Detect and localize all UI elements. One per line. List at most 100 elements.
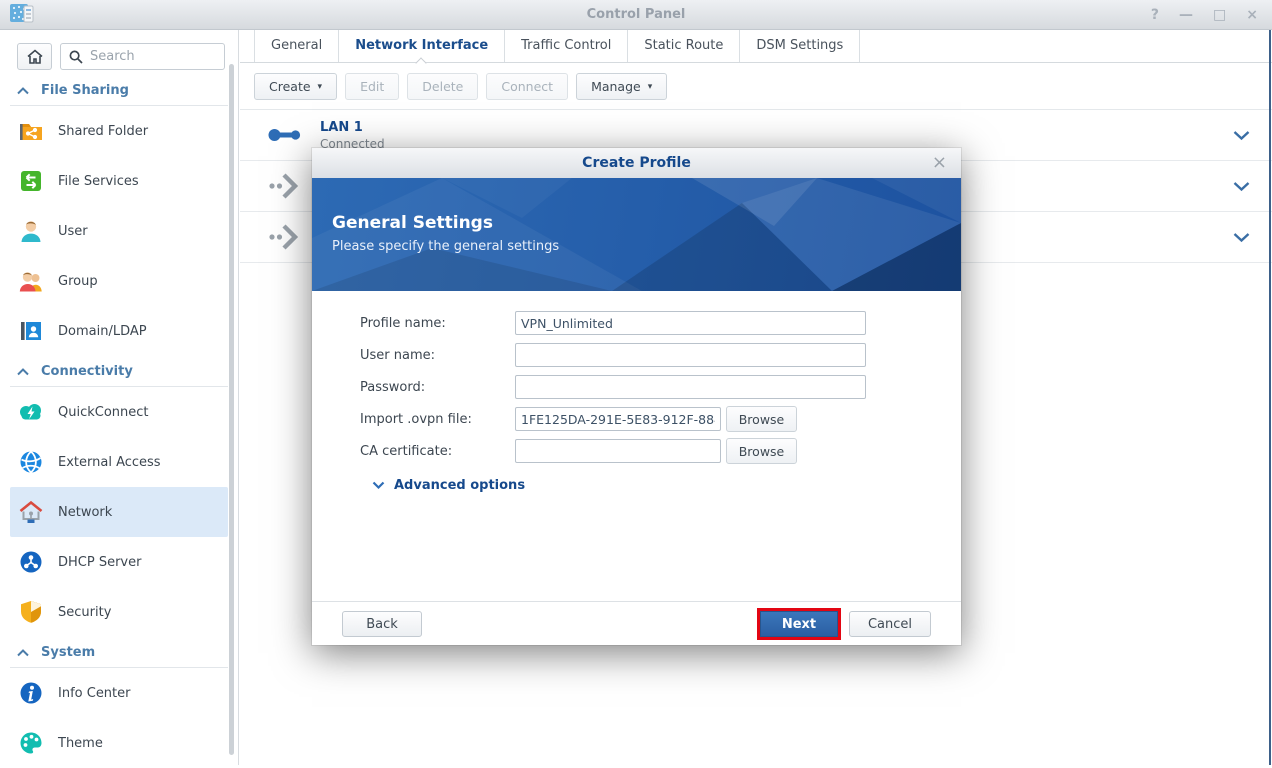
import-ovpn-field[interactable] [515,407,721,431]
expand-chevron-down-icon[interactable] [1233,228,1250,247]
sidebar-item-info-center[interactable]: Info Center [10,668,228,718]
dialog-title: Create Profile [312,148,961,178]
sidebar-item-domain-ldap[interactable]: Domain/LDAP [10,306,228,356]
section-label: System [41,645,95,660]
expand-chevron-down-icon[interactable] [1233,177,1250,196]
import-ovpn-label: Import .ovpn file: [360,412,515,427]
ca-certificate-field[interactable] [515,439,721,463]
sidebar: File Sharing Shared Folder [0,30,239,765]
toolbar: Create ▾ Edit Delete Connect Manage ▾ [240,63,1272,110]
sidebar-item-theme[interactable]: Theme [10,718,228,768]
password-label: Password: [360,380,515,395]
browse-ovpn-button[interactable]: Browse [726,406,797,432]
sidebar-item-external-access[interactable]: External Access [10,437,228,487]
dialog-step-heading: General Settings [332,213,493,233]
cancel-button[interactable]: Cancel [849,611,931,637]
sidebar-item-label: Info Center [58,686,131,701]
help-icon[interactable]: ? [1151,8,1159,22]
pppoe-icon [268,223,304,251]
sidebar-item-shared-folder[interactable]: Shared Folder [10,106,228,156]
info-center-icon [17,679,45,707]
sidebar-item-label: DHCP Server [58,555,141,570]
dialog-banner: General Settings Please specify the gene… [312,178,961,291]
user-name-field[interactable] [515,343,866,367]
search-box[interactable] [60,43,225,70]
create-button[interactable]: Create ▾ [254,73,337,100]
interface-name: LAN 1 [320,120,385,135]
user-name-label: User name: [360,348,515,363]
search-icon [69,50,83,64]
maximize-icon[interactable]: □ [1213,8,1226,22]
security-icon [17,598,45,626]
dialog-step-subheading: Please specify the general settings [332,239,559,254]
home-button[interactable] [17,43,52,70]
sidebar-item-quickconnect[interactable]: QuickConnect [10,387,228,437]
tab-traffic-control[interactable]: Traffic Control [505,30,628,62]
chevron-up-icon [17,368,29,376]
browse-ca-button[interactable]: Browse [726,438,797,464]
window-title: Control Panel [0,0,1272,30]
quickconnect-icon [17,398,45,426]
tab-dsm-settings[interactable]: DSM Settings [740,30,860,62]
sidebar-item-security[interactable]: Security [10,587,228,637]
sidebar-item-label: External Access [58,455,161,470]
next-button[interactable]: Next [760,611,838,637]
dhcp-server-icon [17,548,45,576]
edit-button[interactable]: Edit [345,73,399,100]
connect-button[interactable]: Connect [486,73,568,100]
sidebar-section-system[interactable]: System [10,637,228,668]
banner-facets-decoration [312,178,961,291]
external-access-icon [17,448,45,476]
sidebar-item-label: Domain/LDAP [58,324,147,339]
sidebar-item-file-services[interactable]: File Services [10,156,228,206]
theme-icon [17,729,45,757]
advanced-options-toggle[interactable]: Advanced options [372,478,961,493]
user-icon [17,217,45,245]
sidebar-item-label: Group [58,274,98,289]
section-label: File Sharing [41,83,129,98]
sidebar-item-network[interactable]: Network [10,487,228,537]
control-panel-window: Control Panel ? — □ × [0,0,1272,765]
sidebar-item-label: File Services [58,174,139,189]
create-profile-dialog: Create Profile × General Settings Please… [312,148,961,645]
sidebar-item-label: Security [58,605,111,620]
back-button[interactable]: Back [342,611,422,637]
network-icon [17,498,45,526]
section-label: Connectivity [41,364,133,379]
sidebar-item-user[interactable]: User [10,206,228,256]
sidebar-item-label: QuickConnect [58,405,149,420]
chevron-down-icon [372,481,385,490]
minimize-icon[interactable]: — [1179,8,1193,22]
tab-static-route[interactable]: Static Route [628,30,740,62]
profile-name-label: Profile name: [360,316,515,331]
dialog-body: Profile name: User name: Password: Impor… [312,291,961,493]
sidebar-item-label: Shared Folder [58,124,148,139]
dialog-close-icon[interactable]: × [932,148,947,177]
sidebar-scrollbar[interactable] [229,64,234,755]
tab-general[interactable]: General [254,30,339,62]
delete-button[interactable]: Delete [407,73,478,100]
password-field[interactable] [515,375,866,399]
dropdown-caret-icon: ▾ [318,82,323,92]
domain-ldap-icon [17,317,45,345]
window-right-border [1269,30,1271,765]
sidebar-section-file-sharing[interactable]: File Sharing [10,75,228,106]
sidebar-item-label: Network [58,505,112,520]
sidebar-item-label: User [58,224,88,239]
sidebar-section-connectivity[interactable]: Connectivity [10,356,228,387]
sidebar-item-group[interactable]: Group [10,256,228,306]
dialog-titlebar: Create Profile × [312,148,961,178]
profile-name-field[interactable] [515,311,866,335]
sidebar-item-label: Theme [58,736,103,751]
next-button-highlight: Next [757,608,841,640]
chevron-up-icon [17,87,29,95]
search-input[interactable] [90,49,208,64]
expand-chevron-down-icon[interactable] [1233,126,1250,145]
file-services-icon [17,167,45,195]
sidebar-item-dhcp-server[interactable]: DHCP Server [10,537,228,587]
close-window-icon[interactable]: × [1246,8,1258,22]
window-titlebar: Control Panel ? — □ × [0,0,1272,30]
dialog-footer: Back Next Cancel [312,601,961,645]
manage-button[interactable]: Manage ▾ [576,73,667,100]
tab-network-interface[interactable]: Network Interface [339,30,505,62]
